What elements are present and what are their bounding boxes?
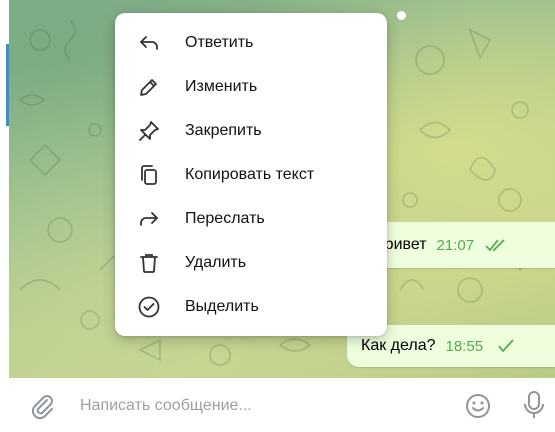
menu-item-delete[interactable]: Удалить [115, 241, 387, 285]
paperclip-icon[interactable] [28, 392, 56, 420]
message-composer: Написать сообщение... [0, 378, 555, 432]
menu-item-label: Закрепить [185, 122, 262, 139]
menu-item-label: Выделить [185, 298, 259, 315]
message-text: Как дела? [361, 337, 436, 354]
indicator-dot [397, 11, 406, 20]
menu-item-forward[interactable]: Переслать [115, 197, 387, 241]
forward-icon [140, 212, 158, 226]
trash-icon [140, 254, 158, 273]
check-icon [498, 339, 514, 353]
menu-item-select[interactable]: Выделить [115, 285, 387, 329]
double-check-icon [485, 239, 505, 252]
menu-item-reply[interactable]: Ответить [115, 21, 387, 65]
left-panel-edge [0, 0, 9, 378]
message-bubble[interactable]: привет 21:07 [362, 222, 555, 268]
emoji-icon[interactable] [464, 392, 492, 420]
message-time: 18:55 [445, 337, 484, 355]
message-time: 21:07 [436, 236, 475, 254]
menu-item-label: Изменить [185, 78, 258, 95]
menu-item-label: Ответить [185, 34, 254, 51]
message-input[interactable]: Написать сообщение... [80, 397, 252, 415]
message-context-menu: Ответить Изменить Закрепить Копировать т… [115, 13, 387, 336]
menu-item-pin[interactable]: Закрепить [115, 109, 387, 153]
menu-item-label: Переслать [185, 210, 265, 227]
menu-item-edit[interactable]: Изменить [115, 65, 387, 109]
microphone-icon[interactable] [522, 390, 546, 420]
select-circle-icon [138, 296, 160, 318]
menu-item-label: Удалить [185, 254, 247, 271]
pin-icon [139, 121, 159, 141]
selection-accent-bar [6, 44, 9, 126]
copy-icon [141, 165, 157, 185]
pencil-icon [140, 79, 157, 96]
menu-item-copy-text[interactable]: Копировать текст [115, 153, 387, 197]
menu-item-label: Копировать текст [185, 166, 315, 183]
reply-icon [140, 36, 158, 50]
